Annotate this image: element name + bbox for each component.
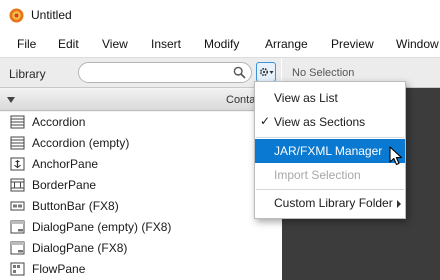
window-title: Untitled: [31, 8, 72, 22]
list-item-label: ButtonBar (FX8): [32, 199, 119, 213]
borderpane-icon: [10, 178, 25, 192]
mouse-pointer-icon: [389, 146, 403, 166]
library-header: Library: [0, 58, 281, 88]
scene-builder-icon: [9, 8, 24, 23]
list-item[interactable]: DialogPane (FX8): [0, 238, 281, 259]
list-item[interactable]: ButtonBar (FX8): [0, 196, 281, 217]
menu-edit[interactable]: Edit: [58, 37, 79, 51]
menu-window[interactable]: Window: [396, 37, 439, 51]
search-icon: [233, 66, 246, 79]
menu-item-label: Import Selection: [274, 168, 361, 182]
library-settings-menu: View as List ✓ View as Sections JAR/FXML…: [254, 81, 406, 219]
library-title: Library: [9, 67, 46, 81]
menu-bar: File Edit View Insert Modify Arrange Pre…: [0, 31, 440, 58]
menu-preview[interactable]: Preview: [331, 37, 374, 51]
menu-item-label: Custom Library Folder: [274, 196, 393, 210]
list-item-label: Accordion: [32, 115, 86, 129]
dialogpane-icon: [10, 241, 25, 255]
flowpane-icon: [10, 262, 25, 276]
checkmark-icon: ✓: [260, 114, 271, 128]
menu-item-label: View as List: [274, 91, 338, 105]
list-item-label: BorderPane: [32, 178, 97, 192]
expand-triangle-icon: [7, 97, 15, 103]
menu-separator: [256, 189, 404, 190]
menu-modify[interactable]: Modify: [204, 37, 239, 51]
menu-item-view-as-list[interactable]: View as List: [255, 86, 405, 110]
no-selection-label: No Selection: [292, 67, 355, 79]
list-item-label: Accordion (empty): [32, 136, 130, 150]
section-header-containers[interactable]: Containers: [0, 89, 281, 111]
title-bar: Untitled: [0, 0, 440, 31]
menu-item-view-as-sections[interactable]: ✓ View as Sections: [255, 110, 405, 134]
library-panel: Library Containers Accordion Accordion (…: [0, 58, 281, 280]
list-item-label: DialogPane (empty) (FX8): [32, 220, 172, 234]
menu-item-jar-fxml-manager[interactable]: JAR/FXML Manager: [255, 139, 405, 163]
menu-item-label: View as Sections: [274, 115, 366, 129]
submenu-arrow-icon: [397, 200, 401, 208]
menu-file[interactable]: File: [17, 37, 36, 51]
library-list: Accordion Accordion (empty) AnchorPane B…: [0, 112, 281, 280]
anchorpane-icon: [10, 157, 25, 171]
list-item[interactable]: DialogPane (empty) (FX8): [0, 217, 281, 238]
accordion-icon: [10, 115, 25, 129]
list-item[interactable]: FlowPane: [0, 259, 281, 280]
list-item-label: DialogPane (FX8): [32, 241, 128, 255]
menu-item-import-selection: Import Selection: [255, 163, 405, 187]
dialogpane-icon: [10, 220, 25, 234]
list-item[interactable]: Accordion: [0, 112, 281, 133]
gear-icon: [259, 67, 274, 77]
menu-separator: [256, 137, 404, 138]
list-item[interactable]: BorderPane: [0, 175, 281, 196]
list-item[interactable]: Accordion (empty): [0, 133, 281, 154]
library-search-input[interactable]: [78, 62, 252, 83]
buttonbar-icon: [10, 201, 25, 211]
accordion-icon: [10, 136, 25, 150]
menu-arrange[interactable]: Arrange: [265, 37, 308, 51]
menu-item-custom-library-folder[interactable]: Custom Library Folder: [255, 191, 405, 215]
list-item-label: FlowPane: [32, 262, 86, 276]
menu-item-label: JAR/FXML Manager: [274, 144, 383, 158]
menu-view[interactable]: View: [102, 37, 128, 51]
library-settings-button[interactable]: [256, 62, 276, 82]
menu-insert[interactable]: Insert: [151, 37, 181, 51]
list-item-label: AnchorPane: [32, 157, 99, 171]
list-item[interactable]: AnchorPane: [0, 154, 281, 175]
